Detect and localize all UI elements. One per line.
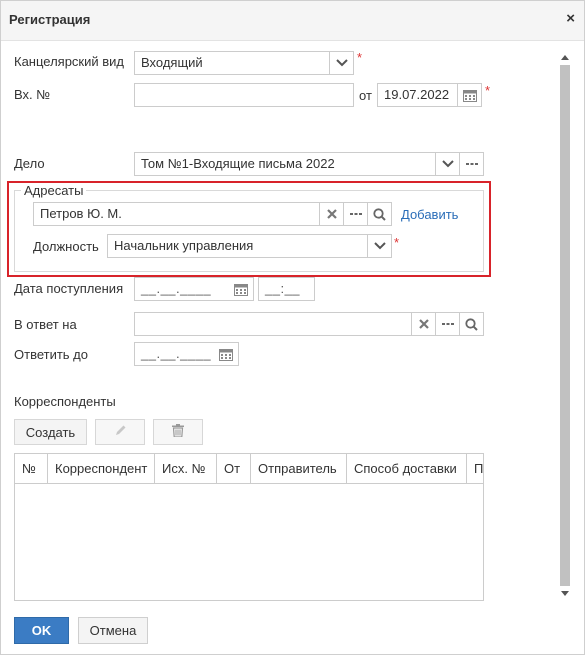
office-type-label: Канцелярский вид (14, 54, 125, 69)
edit-correspondent-button[interactable] (95, 419, 145, 445)
delete-correspondent-button[interactable] (153, 419, 203, 445)
case-value: Том №1-Входящие письма 2022 (141, 156, 335, 171)
create-correspondent-button[interactable]: Создать (14, 419, 87, 445)
incoming-number-input[interactable] (134, 83, 354, 107)
add-addressee-link[interactable]: Добавить (401, 207, 458, 222)
highlight-frame (7, 181, 491, 277)
search-icon[interactable] (459, 313, 483, 335)
ellipsis-icon[interactable] (459, 153, 483, 175)
ellipsis-icon[interactable] (343, 203, 367, 225)
registration-dialog: Регистрация × Канцелярский вид Входящий … (0, 0, 585, 655)
receipt-time-placeholder: __:__ (265, 281, 301, 296)
create-button-label: Создать (25, 424, 76, 440)
calendar-icon[interactable] (457, 84, 481, 106)
ok-button-label: OK (31, 623, 52, 638)
column-header[interactable]: Отправитель (251, 454, 347, 484)
column-header[interactable]: № (15, 454, 48, 484)
search-icon[interactable] (367, 203, 391, 225)
correspondents-title: Корреспонденты (14, 394, 116, 409)
column-header[interactable]: Способ доставки (347, 454, 467, 484)
reply-by-placeholder: __.__.____ (141, 346, 212, 361)
incoming-date-value: 19.07.2022 (384, 87, 450, 102)
receipt-date-input[interactable]: __.__.____ (134, 277, 254, 301)
receipt-time-input[interactable]: __:__ (258, 277, 315, 301)
column-header[interactable]: От (217, 454, 251, 484)
in-reply-to-value (135, 313, 411, 335)
case-label: Дело (14, 156, 45, 171)
addressee-value: Петров Ю. М. (40, 206, 122, 221)
chevron-down-icon[interactable] (435, 153, 459, 175)
addressee-input[interactable]: Петров Ю. М. (33, 202, 392, 226)
in-reply-to-label: В ответ на (14, 317, 77, 332)
case-select[interactable]: Том №1-Входящие письма 2022 (134, 152, 484, 176)
clear-icon[interactable] (411, 313, 435, 335)
calendar-icon[interactable] (229, 278, 253, 300)
required-mark: * (394, 235, 400, 250)
receipt-date-placeholder: __.__.____ (141, 281, 212, 296)
correspondents-table: № Корреспондент Исх. № От Отправитель Сп… (14, 453, 484, 601)
office-type-select[interactable]: Входящий (134, 51, 354, 75)
cancel-button[interactable]: Отмена (78, 617, 148, 644)
position-value: Начальник управления (114, 238, 254, 253)
cancel-button-label: Отмена (89, 623, 137, 638)
title-bar: Регистрация × (1, 1, 584, 41)
receipt-date-label: Дата поступления (14, 281, 124, 296)
incoming-number-value (135, 84, 353, 106)
chevron-down-icon[interactable] (329, 52, 353, 74)
clear-icon[interactable] (319, 203, 343, 225)
position-label: Должность (33, 239, 99, 254)
ok-button[interactable]: OK (14, 617, 69, 644)
close-icon[interactable]: × (566, 11, 575, 27)
dialog-title: Регистрация (9, 12, 91, 27)
calendar-icon[interactable] (214, 343, 238, 365)
vertical-scrollbar[interactable] (558, 51, 572, 600)
pencil-icon (114, 424, 127, 440)
ellipsis-icon[interactable] (435, 313, 459, 335)
incoming-number-label: Вх. № (14, 87, 51, 102)
table-header: № Корреспондент Исх. № От Отправитель Сп… (15, 454, 483, 484)
scroll-thumb[interactable] (560, 65, 570, 586)
required-mark: * (485, 83, 491, 98)
scroll-down-icon[interactable] (558, 587, 572, 599)
reply-by-input[interactable]: __.__.____ (134, 342, 239, 366)
trash-icon (172, 424, 184, 440)
column-header[interactable]: П (467, 454, 483, 484)
column-header[interactable]: Корреспондент (48, 454, 155, 484)
chevron-down-icon[interactable] (367, 235, 391, 257)
required-mark: * (357, 50, 363, 65)
in-reply-to-input[interactable] (134, 312, 484, 336)
position-select[interactable]: Начальник управления (107, 234, 392, 258)
scroll-up-icon[interactable] (558, 51, 572, 63)
reply-by-label: Ответить до (14, 347, 88, 362)
column-header[interactable]: Исх. № (155, 454, 217, 484)
incoming-date-input[interactable]: 19.07.2022 (377, 83, 482, 107)
office-type-value: Входящий (141, 55, 203, 70)
incoming-date-label: от (359, 88, 372, 103)
